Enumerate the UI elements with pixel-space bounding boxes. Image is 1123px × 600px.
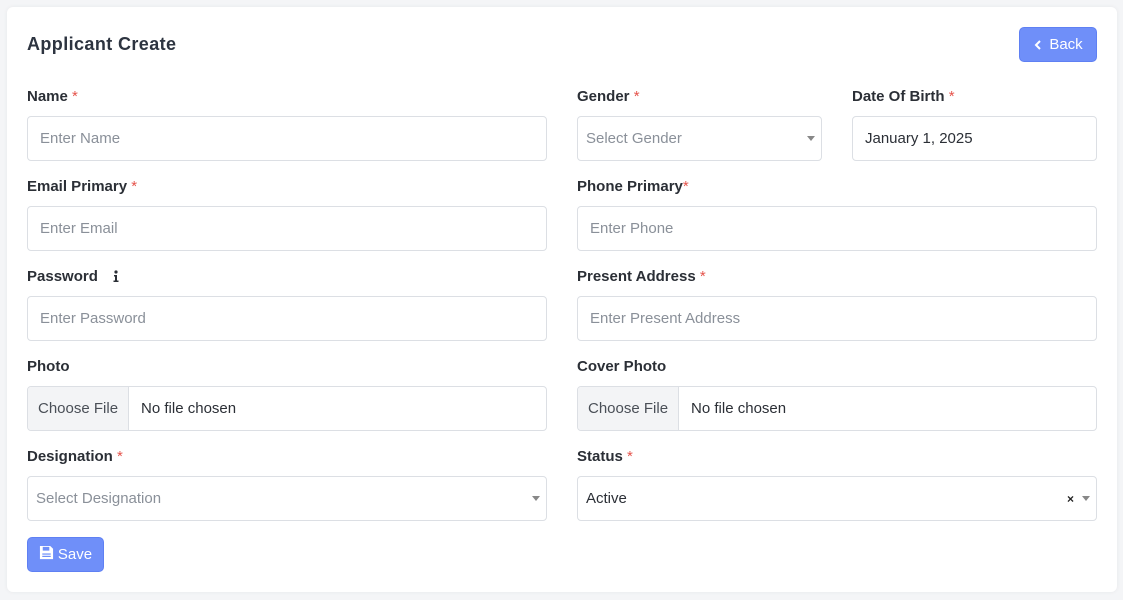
email-field[interactable] — [27, 206, 547, 251]
save-icon — [39, 545, 54, 564]
email-input[interactable] — [40, 207, 546, 250]
cover-photo-file-input[interactable]: Choose File No file chosen — [577, 386, 1097, 431]
designation-select-placeholder: Select Designation — [36, 490, 162, 507]
name-label-text: Name — [27, 88, 68, 105]
gender-label-text: Gender — [577, 88, 630, 105]
address-label: Present Address * — [577, 268, 706, 285]
address-label-text: Present Address — [577, 268, 696, 285]
dob-label: Date Of Birth * — [852, 88, 955, 105]
required-marker: * — [633, 88, 640, 105]
save-button[interactable]: Save — [27, 537, 104, 572]
cover-photo-label: Cover Photo — [577, 358, 666, 375]
name-input[interactable] — [40, 117, 546, 160]
required-marker: * — [72, 88, 78, 105]
cover-photo-file-status: No file chosen — [691, 400, 787, 417]
back-button-label: Back — [1049, 36, 1083, 53]
required-marker: * — [627, 448, 633, 465]
status-select-value: Active — [586, 490, 627, 507]
address-input[interactable] — [590, 297, 1096, 340]
back-button[interactable]: Back — [1019, 27, 1097, 62]
email-label: Email Primary * — [27, 178, 137, 195]
photo-file-status: No file chosen — [141, 400, 237, 417]
phone-label: Phone Primary* — [577, 178, 689, 195]
gender-select-placeholder: Select Gender — [586, 130, 682, 147]
required-marker: * — [131, 178, 138, 195]
phone-field[interactable] — [577, 206, 1097, 251]
name-label: Name * — [27, 88, 78, 105]
caret-down-icon — [807, 136, 815, 141]
password-label-text: Password — [27, 268, 98, 285]
photo-label-text: Photo — [27, 358, 70, 375]
password-field[interactable] — [27, 296, 547, 341]
page-title: Applicant Create — [27, 34, 177, 54]
email-label-text: Email Primary — [27, 178, 128, 195]
cover-photo-choose-file-button[interactable]: Choose File — [578, 387, 680, 430]
designation-select[interactable]: Select Designation — [27, 476, 547, 521]
gender-select[interactable]: Select Gender — [577, 116, 822, 161]
applicant-create-card: Applicant Create Back Name * Gender * Se… — [7, 7, 1117, 592]
photo-label: Photo — [27, 358, 70, 375]
required-marker: * — [117, 448, 123, 465]
status-label: Status * — [577, 448, 633, 465]
dob-field[interactable]: January 1, 2025 — [852, 116, 1097, 161]
caret-down-icon — [532, 496, 540, 501]
required-marker: * — [699, 268, 706, 285]
clear-selection-icon[interactable]: × — [1067, 493, 1074, 505]
save-button-label: Save — [57, 546, 93, 563]
name-field[interactable] — [27, 116, 547, 161]
phone-input[interactable] — [590, 207, 1096, 250]
status-label-text: Status — [577, 448, 623, 465]
phone-label-text: Phone Primary — [577, 178, 683, 195]
status-select[interactable]: Active × — [577, 476, 1097, 521]
cover-photo-label-text: Cover Photo — [577, 358, 667, 375]
designation-label-text: Designation — [27, 448, 113, 465]
info-icon[interactable] — [111, 269, 121, 283]
address-field[interactable] — [577, 296, 1097, 341]
required-marker: * — [682, 178, 689, 195]
gender-label: Gender * — [577, 88, 640, 105]
password-label: Password — [27, 268, 98, 285]
dob-value: January 1, 2025 — [865, 130, 973, 147]
required-marker: * — [948, 88, 955, 105]
photo-choose-file-button[interactable]: Choose File — [28, 387, 130, 430]
caret-down-icon — [1082, 496, 1090, 501]
photo-file-input[interactable]: Choose File No file chosen — [27, 386, 547, 431]
dob-label-text: Date Of Birth — [852, 88, 945, 105]
password-input[interactable] — [40, 297, 546, 340]
designation-label: Designation * — [27, 448, 123, 465]
chevron-left-icon — [1033, 39, 1043, 50]
